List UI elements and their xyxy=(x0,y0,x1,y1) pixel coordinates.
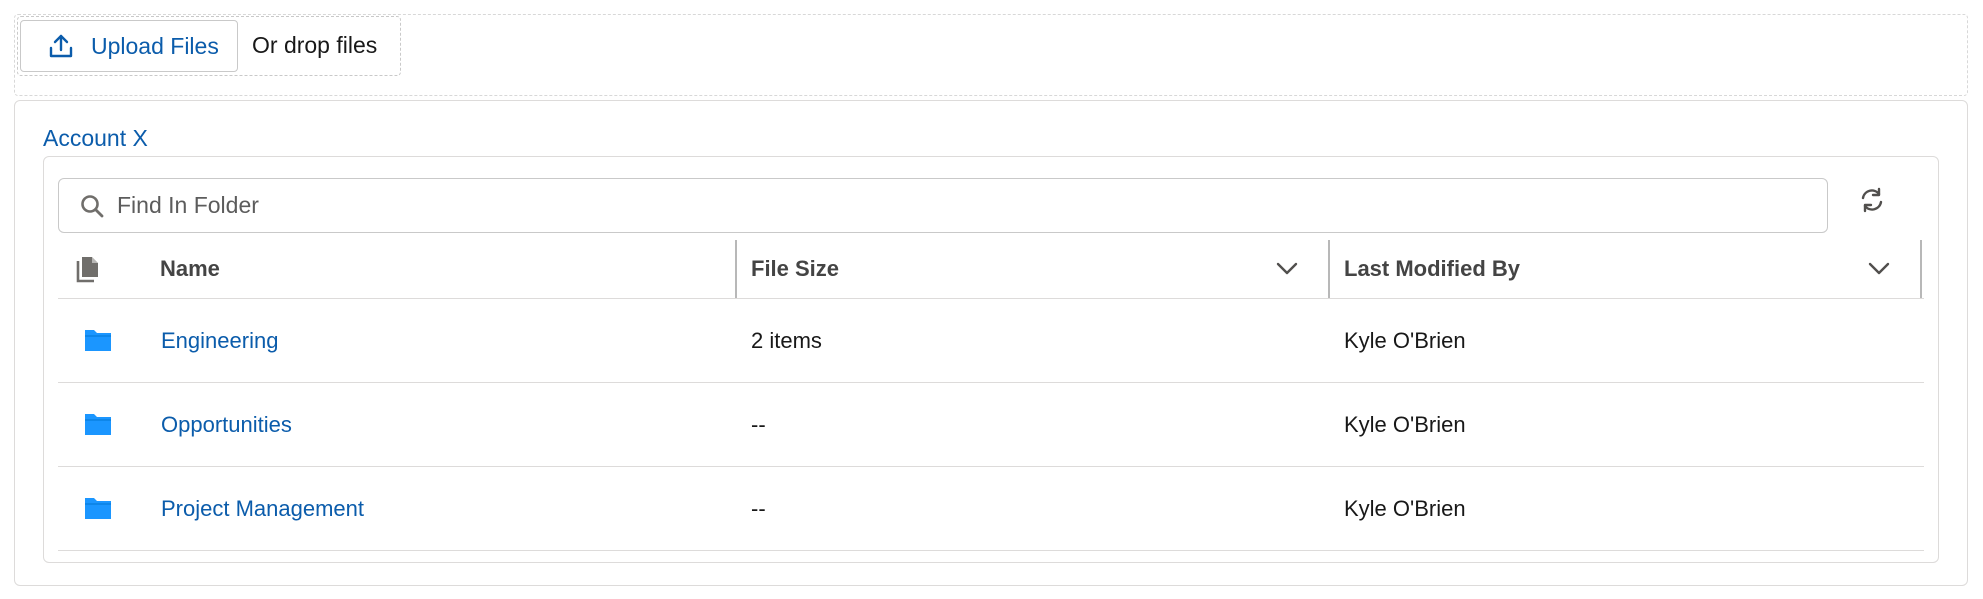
folder-table: Name File Size Last Modified By Engineer… xyxy=(58,240,1924,551)
column-resize-handle[interactable] xyxy=(1920,240,1922,298)
last-modified-sort-button[interactable] xyxy=(1864,254,1894,284)
column-header-name[interactable]: Name xyxy=(160,240,220,298)
refresh-button[interactable] xyxy=(1854,184,1890,220)
last-modified-by-cell: Kyle O'Brien xyxy=(1344,327,1466,353)
chevron-down-icon xyxy=(1276,262,1298,275)
find-in-folder-search xyxy=(58,178,1828,233)
file-size-cell: 2 items xyxy=(751,327,822,353)
last-modified-by-cell: Kyle O'Brien xyxy=(1344,495,1466,521)
search-icon xyxy=(79,193,105,219)
table-row[interactable]: Opportunities -- Kyle O'Brien xyxy=(58,383,1924,467)
folder-name-link[interactable]: Opportunities xyxy=(161,383,292,466)
column-resize-handle[interactable] xyxy=(735,240,737,298)
files-header-cell xyxy=(74,240,114,298)
folder-icon xyxy=(85,414,111,435)
refresh-icon xyxy=(1858,186,1886,219)
chevron-down-icon xyxy=(1868,262,1890,275)
column-resize-handle[interactable] xyxy=(1328,240,1330,298)
file-size-sort-button[interactable] xyxy=(1272,254,1302,284)
table-header: Name File Size Last Modified By xyxy=(58,240,1924,299)
folder-icon xyxy=(85,330,111,351)
upload-icon xyxy=(47,32,75,60)
drop-files-label: Or drop files xyxy=(252,32,378,58)
folder-name-link[interactable]: Engineering xyxy=(161,299,278,382)
upload-files-label: Upload Files xyxy=(91,32,219,59)
column-header-last-modified-by[interactable]: Last Modified By xyxy=(1344,240,1520,298)
file-browser-page: Upload Files Or drop files Account X Fin… xyxy=(0,0,1983,599)
file-size-cell: -- xyxy=(751,495,766,521)
breadcrumb-account-x[interactable]: Account X xyxy=(43,125,148,152)
last-modified-by-cell: Kyle O'Brien xyxy=(1344,411,1466,437)
table-row[interactable]: Engineering 2 items Kyle O'Brien xyxy=(58,299,1924,383)
files-icon xyxy=(76,257,98,283)
table-row[interactable]: Project Management -- Kyle O'Brien xyxy=(58,467,1924,551)
file-size-cell: -- xyxy=(751,411,766,437)
upload-files-button[interactable]: Upload Files xyxy=(20,20,238,72)
search-input[interactable] xyxy=(115,184,1827,227)
folder-icon xyxy=(85,498,111,519)
column-header-file-size[interactable]: File Size xyxy=(751,240,839,298)
folder-name-link[interactable]: Project Management xyxy=(161,467,364,550)
